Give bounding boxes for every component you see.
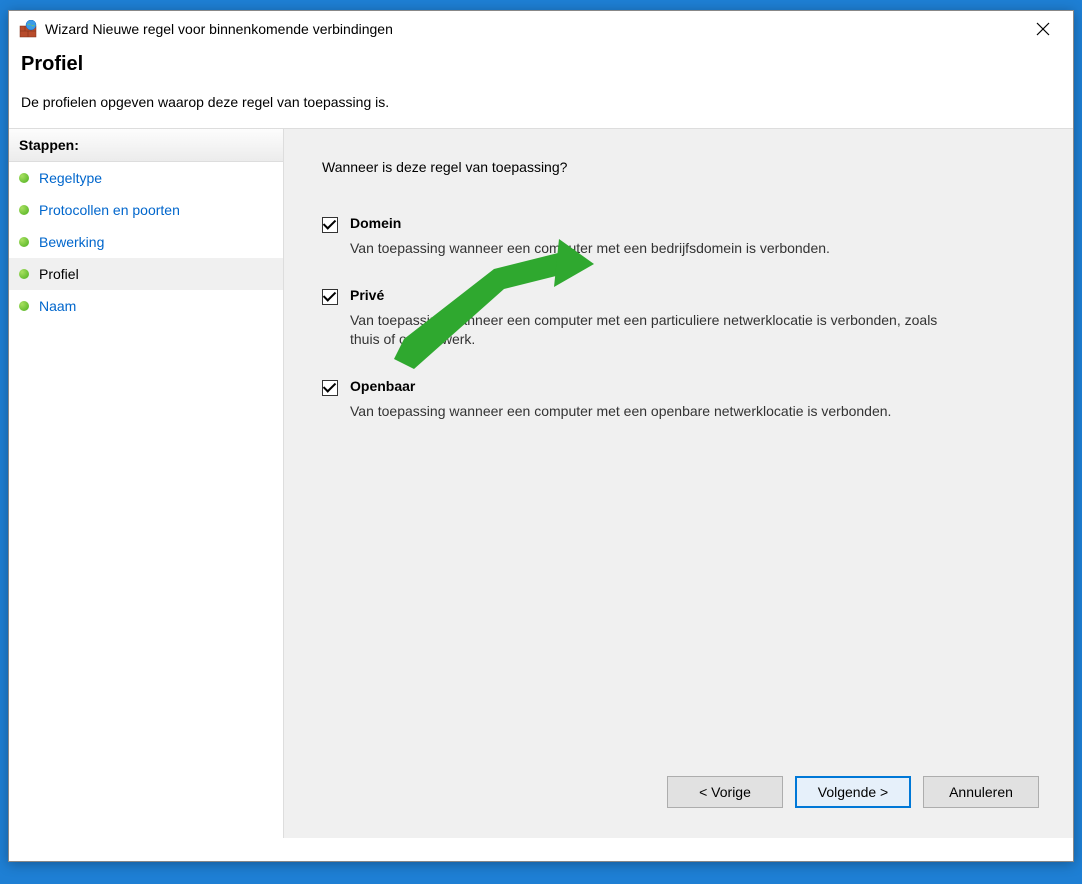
steps-header: Stappen: <box>9 129 283 162</box>
checkbox-description: Van toepassing wanneer een computer met … <box>350 402 970 422</box>
back-button[interactable]: < Vorige <box>667 776 783 808</box>
close-button[interactable] <box>1023 14 1063 44</box>
step-bewerking[interactable]: Bewerking <box>9 226 283 258</box>
checkbox-label: Openbaar <box>350 378 415 394</box>
option-domein: Domein Van toepassing wanneer een comput… <box>322 215 1043 259</box>
titlebar: Wizard Nieuwe regel voor binnenkomende v… <box>9 11 1073 47</box>
step-bullet-icon <box>19 269 29 279</box>
page-title: Profiel <box>21 53 1061 76</box>
step-bullet-icon <box>19 173 29 183</box>
cancel-button[interactable]: Annuleren <box>923 776 1039 808</box>
button-row: < Vorige Volgende > Annuleren <box>322 776 1043 818</box>
body-area: Stappen: Regeltype Protocollen en poorte… <box>9 128 1073 838</box>
step-label: Naam <box>39 298 76 314</box>
content-panel: Wanneer is deze regel van toepassing? Do… <box>284 129 1073 838</box>
step-label: Protocollen en poorten <box>39 202 180 218</box>
step-naam[interactable]: Naam <box>9 290 283 322</box>
step-regeltype[interactable]: Regeltype <box>9 162 283 194</box>
step-bullet-icon <box>19 301 29 311</box>
step-profiel[interactable]: Profiel <box>9 258 283 290</box>
step-bullet-icon <box>19 237 29 247</box>
titlebar-text: Wizard Nieuwe regel voor binnenkomende v… <box>45 21 1023 37</box>
step-label: Bewerking <box>39 234 104 250</box>
sidebar: Stappen: Regeltype Protocollen en poorte… <box>9 129 284 838</box>
checkbox-domein[interactable] <box>322 217 338 233</box>
checkbox-label: Domein <box>350 215 401 231</box>
firewall-icon <box>19 20 37 38</box>
step-bullet-icon <box>19 205 29 215</box>
page-subtitle: De profielen opgeven waarop deze regel v… <box>21 94 1061 110</box>
checkbox-label: Privé <box>350 287 384 303</box>
option-prive: Privé Van toepassing wanneer een compute… <box>322 287 1043 350</box>
close-icon <box>1036 22 1050 36</box>
checkbox-description: Van toepassing wanneer een computer met … <box>350 311 970 350</box>
wizard-window: Wizard Nieuwe regel voor binnenkomende v… <box>8 10 1074 862</box>
content-question: Wanneer is deze regel van toepassing? <box>322 159 1043 175</box>
next-button[interactable]: Volgende > <box>795 776 911 808</box>
option-openbaar: Openbaar Van toepassing wanneer een comp… <box>322 378 1043 422</box>
step-label: Regeltype <box>39 170 102 186</box>
checkbox-prive[interactable] <box>322 289 338 305</box>
header-area: Profiel De profielen opgeven waarop deze… <box>9 47 1073 128</box>
checkbox-openbaar[interactable] <box>322 380 338 396</box>
step-label: Profiel <box>39 266 79 282</box>
step-protocollen[interactable]: Protocollen en poorten <box>9 194 283 226</box>
checkbox-description: Van toepassing wanneer een computer met … <box>350 239 970 259</box>
